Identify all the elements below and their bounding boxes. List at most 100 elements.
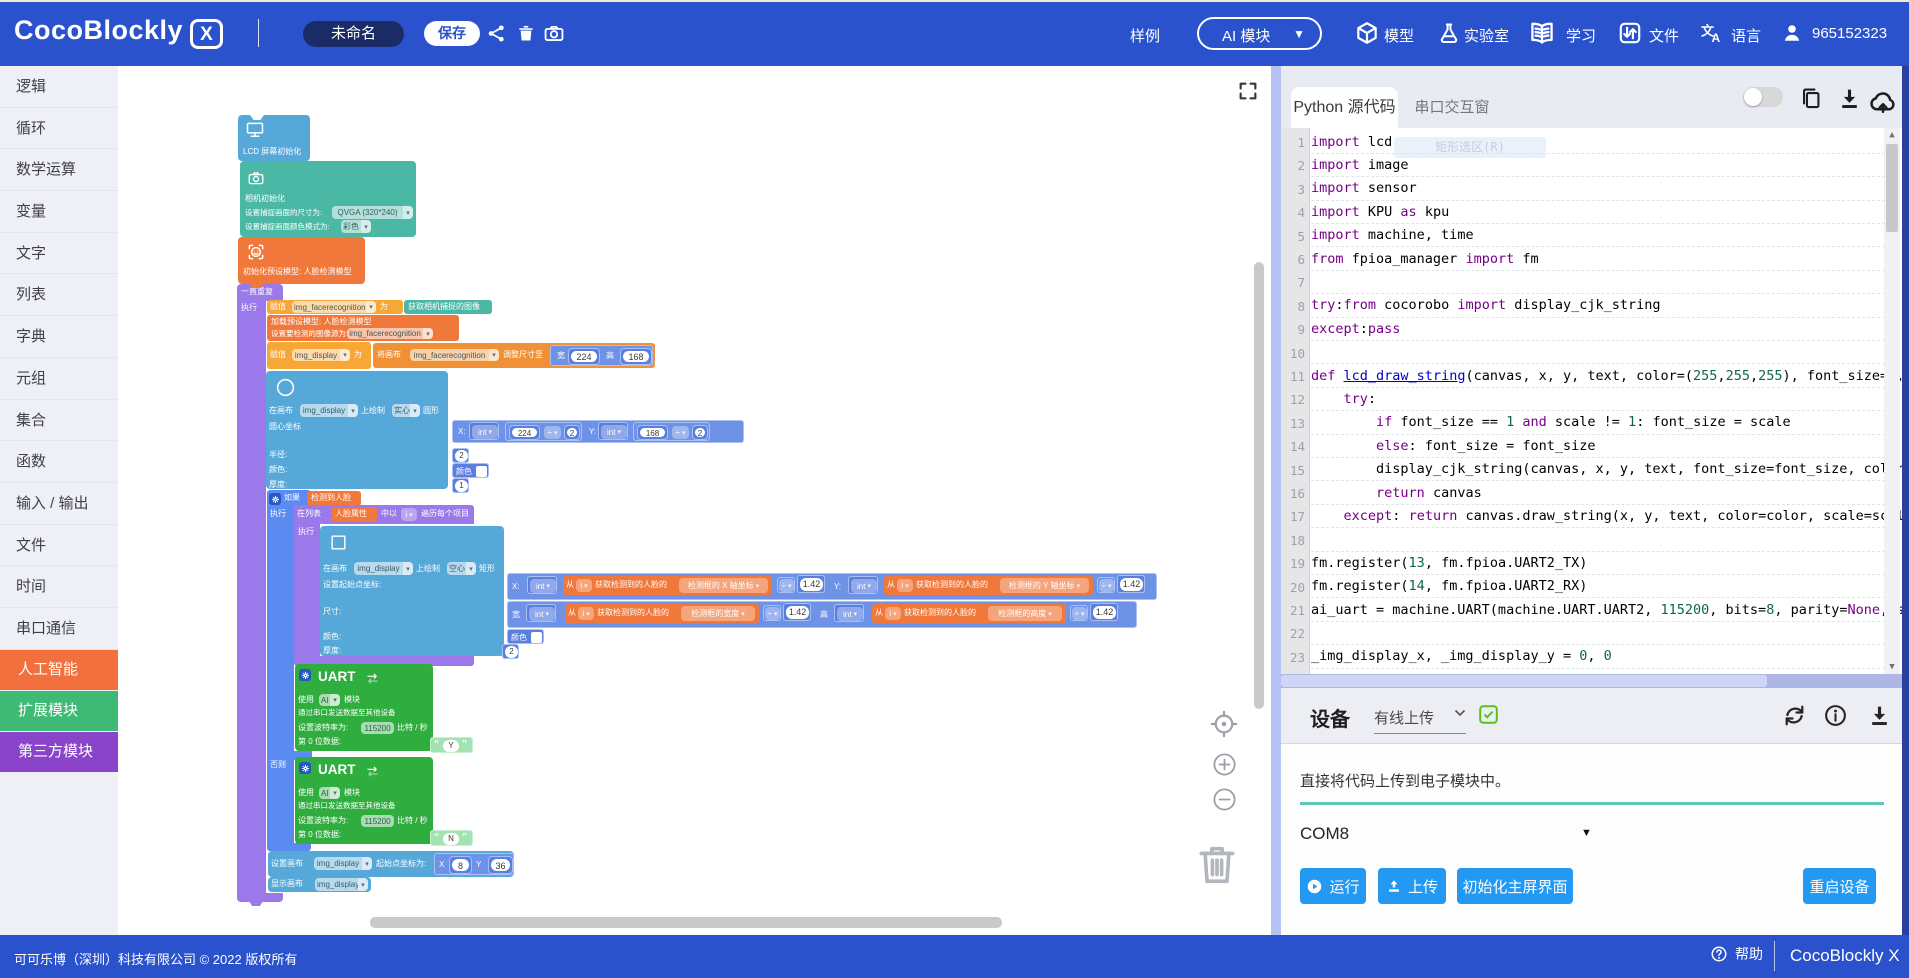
value-div-x[interactable]: ÷▾ bbox=[777, 577, 795, 593]
code-vertical-scrollbar[interactable]: ▲ ▼ bbox=[1884, 128, 1900, 674]
sidebar-item-13[interactable]: 串口通信 bbox=[0, 608, 118, 650]
block-dropdown[interactable]: 彩色▾ bbox=[341, 220, 371, 233]
fullscreen-icon[interactable] bbox=[1237, 80, 1259, 102]
learn-book-icon[interactable] bbox=[1528, 19, 1556, 52]
number-field[interactable]: 224 bbox=[568, 348, 600, 365]
sidebar-item-7[interactable]: 元组 bbox=[0, 358, 118, 400]
trash-icon[interactable] bbox=[1194, 841, 1240, 887]
text-field[interactable]: 2 bbox=[505, 646, 518, 658]
loop-forever-column[interactable]: 执行 bbox=[237, 300, 266, 893]
block-dropdown[interactable]: img_facerecognition▾ bbox=[347, 328, 433, 339]
lab-flask-icon[interactable] bbox=[1437, 21, 1461, 50]
value-int-rx[interactable]: int▾ bbox=[527, 576, 557, 594]
sidebar-category-2[interactable]: 第三方模块 bbox=[0, 732, 118, 772]
code-view-toggle[interactable] bbox=[1743, 87, 1783, 107]
block-dropdown[interactable]: int▾ bbox=[601, 425, 627, 439]
value-string-n[interactable]: “N” bbox=[430, 830, 473, 846]
sidebar-item-5[interactable]: 列表 bbox=[0, 274, 118, 316]
user-avatar-icon[interactable] bbox=[1781, 22, 1803, 49]
value-142-w[interactable]: 1.42 bbox=[783, 603, 811, 621]
value-142-h[interactable]: 1.42 bbox=[1090, 603, 1118, 621]
model-cube-icon[interactable] bbox=[1354, 20, 1380, 51]
sidebar-item-6[interactable]: 字典 bbox=[0, 316, 118, 358]
download-code-icon[interactable] bbox=[1837, 86, 1862, 111]
code-horizontal-scrollbar[interactable] bbox=[1281, 674, 1902, 688]
value-div-h[interactable]: ÷▾ bbox=[1070, 605, 1088, 621]
value-int-h[interactable]: int▾ bbox=[834, 604, 864, 622]
value-thickness-circle[interactable]: 1 bbox=[452, 478, 469, 493]
refresh-device-icon[interactable] bbox=[1781, 702, 1808, 729]
block-dropdown[interactable]: img_facerecognition▾ bbox=[292, 301, 376, 313]
python-code-editor[interactable]: 1234567891011121314151617181920212223 im… bbox=[1281, 128, 1902, 674]
block-load-model[interactable]: 加载预设模型: 人脸检测模型设置要检测的图像源为:img_facerecogni… bbox=[267, 315, 459, 341]
auto-upload-checkbox[interactable] bbox=[1479, 705, 1498, 724]
value-142-x[interactable]: 1.42 bbox=[797, 575, 825, 593]
block-dropdown[interactable]: img_display▾ bbox=[354, 562, 413, 575]
download-firmware-icon[interactable] bbox=[1867, 703, 1892, 728]
delete-icon[interactable] bbox=[516, 23, 536, 48]
value-math-224-2[interactable]: 224÷▾2 bbox=[505, 422, 582, 441]
block-dropdown[interactable]: i▾ bbox=[401, 508, 417, 521]
text-field[interactable]: 1.42 bbox=[1120, 578, 1143, 591]
value-face-y[interactable]: 从i▾获取检测到的人脸的检测框的 Y 轴坐标▾ bbox=[884, 576, 1093, 595]
block-dropdown[interactable]: int▾ bbox=[837, 607, 863, 621]
menu-language[interactable]: 语言 bbox=[1731, 25, 1761, 46]
block-lcd-init[interactable]: LCD 屏幕初始化 bbox=[238, 115, 310, 161]
value-string-y[interactable]: “Y” bbox=[430, 737, 473, 753]
menu-model[interactable]: 模型 bbox=[1384, 25, 1414, 46]
device-info-icon[interactable] bbox=[1823, 703, 1848, 728]
block-dropdown[interactable]: int▾ bbox=[530, 579, 556, 593]
if-column[interactable]: 执行否则 bbox=[267, 507, 294, 843]
block-dropdown[interactable]: 检测框的高度▾ bbox=[988, 606, 1062, 621]
cloud-upload-icon[interactable] bbox=[1868, 86, 1898, 116]
value-face-attrs[interactable]: 人脸属性 bbox=[331, 507, 377, 522]
number-field[interactable]: 168 bbox=[637, 425, 668, 440]
page-scrollbar[interactable] bbox=[1902, 66, 1909, 935]
block-draw-circle[interactable]: 在画布img_display▾上绘制实心▾圆形圆心坐标半径:颜色:厚度: bbox=[266, 371, 448, 489]
sidebar-item-2[interactable]: 数学运算 bbox=[0, 149, 118, 191]
value-int-y[interactable]: int▾ bbox=[598, 422, 628, 440]
block-show-canvas[interactable]: 显示画布img_display▾ bbox=[268, 877, 371, 892]
text-field[interactable]: N bbox=[443, 833, 459, 845]
user-id[interactable]: 965152323 bbox=[1812, 25, 1887, 42]
block-model-init[interactable]: 初始化预设模型: 人脸检测模型 bbox=[238, 237, 365, 284]
value-wh-wrapper[interactable]: 宽224高168 bbox=[550, 345, 653, 366]
canvas-vertical-scrollbar[interactable] bbox=[1254, 262, 1264, 709]
block-dropdown[interactable]: ÷▾ bbox=[779, 579, 794, 592]
block-draw-rect[interactable]: 在画布img_display▾上绘制空心▾矩形设置起始点坐标:尺寸:颜色:厚度: bbox=[320, 526, 504, 656]
sidebar-item-0[interactable]: 逻辑 bbox=[0, 66, 118, 108]
tab-python-source[interactable]: Python 源代码 bbox=[1291, 87, 1398, 128]
blockly-canvas[interactable]: 一直重复执行执行否则如果检测到人脸在列表中以i▾遍历每个项目执行人脸属性LCD … bbox=[118, 66, 1271, 935]
value-div-y[interactable]: ÷▾ bbox=[1097, 577, 1115, 593]
restart-device-button[interactable]: 重启设备 bbox=[1803, 868, 1876, 904]
save-button[interactable]: 保存 bbox=[424, 21, 480, 46]
block-dropdown[interactable]: 检测框的 Y 轴坐标▾ bbox=[1000, 578, 1089, 593]
text-field[interactable]: 1 bbox=[455, 480, 468, 492]
language-icon[interactable]: 文A bbox=[1699, 21, 1723, 50]
copy-code-icon[interactable] bbox=[1798, 86, 1823, 111]
sidebar-item-4[interactable]: 文字 bbox=[0, 233, 118, 275]
menu-files[interactable]: 文件 bbox=[1649, 25, 1679, 46]
serial-port-select[interactable]: COM8 ▼ bbox=[1300, 824, 1590, 844]
value-color-circle[interactable]: 颜色 bbox=[452, 463, 489, 478]
foreach-header[interactable]: 在列表中以i▾遍历每个项目 bbox=[294, 505, 474, 524]
menu-learn[interactable]: 学习 bbox=[1566, 25, 1596, 46]
loop-forever-tab[interactable] bbox=[249, 901, 263, 906]
value-radius[interactable]: 2 bbox=[452, 448, 469, 463]
block-dropdown[interactable]: img_display▾ bbox=[314, 857, 372, 870]
gear-icon[interactable] bbox=[299, 762, 311, 774]
color-swatch[interactable] bbox=[531, 632, 542, 643]
block-dropdown[interactable]: i▾ bbox=[576, 579, 592, 592]
block-dropdown[interactable]: ÷▾ bbox=[1099, 579, 1114, 592]
sidebar-item-10[interactable]: 输入 / 输出 bbox=[0, 483, 118, 525]
scroll-down-arrow-icon[interactable]: ▼ bbox=[1884, 662, 1900, 672]
code-vscroll-thumb[interactable] bbox=[1886, 144, 1898, 232]
block-dropdown[interactable]: ÷▾ bbox=[765, 607, 780, 620]
block-camera-init[interactable]: 相机初始化设置捕捉画面的尺寸为:QVGA (320*240)▾设置捕捉画面颜色模… bbox=[240, 161, 416, 237]
color-swatch[interactable] bbox=[476, 466, 487, 477]
number-field[interactable]: 2 bbox=[692, 425, 708, 440]
block-dropdown[interactable]: img_facerecognition▾ bbox=[410, 349, 499, 361]
gear-icon[interactable] bbox=[269, 493, 281, 505]
number-field[interactable]: 36 bbox=[488, 856, 513, 874]
condition-face-detected[interactable]: 检测到人脸 bbox=[307, 491, 361, 506]
